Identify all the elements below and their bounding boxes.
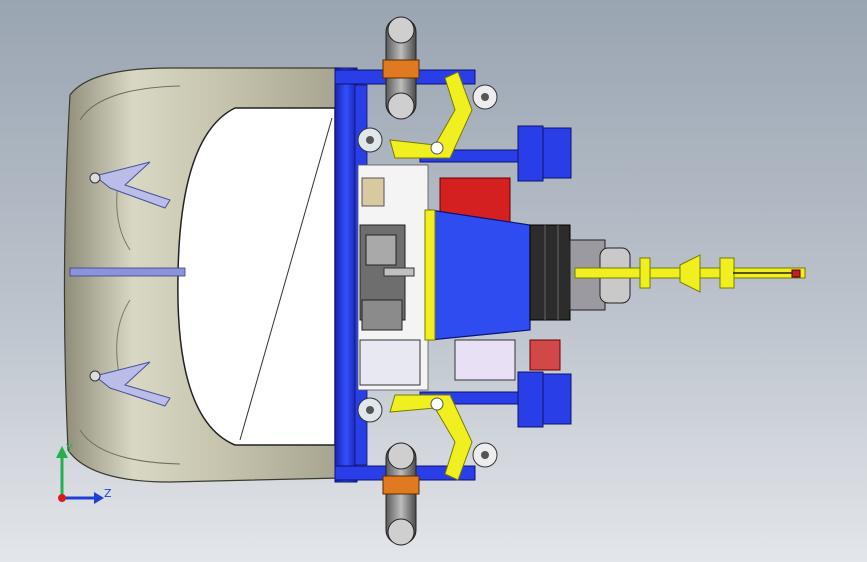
canopy-shell (63, 67, 341, 483)
lower-track-assembly (382, 442, 498, 546)
assembly-drawing: Y Z (56, 16, 806, 546)
cad-viewport[interactable]: Y Z (0, 0, 867, 562)
output-shaft (569, 239, 806, 311)
z-axis-label: Z (104, 487, 112, 500)
central-hopper (424, 209, 571, 341)
upper-fan (357, 127, 383, 153)
y-axis-label: Y (65, 442, 73, 455)
upper-track-assembly (382, 16, 498, 120)
origin-marker (58, 494, 66, 502)
lower-fan (357, 397, 383, 423)
